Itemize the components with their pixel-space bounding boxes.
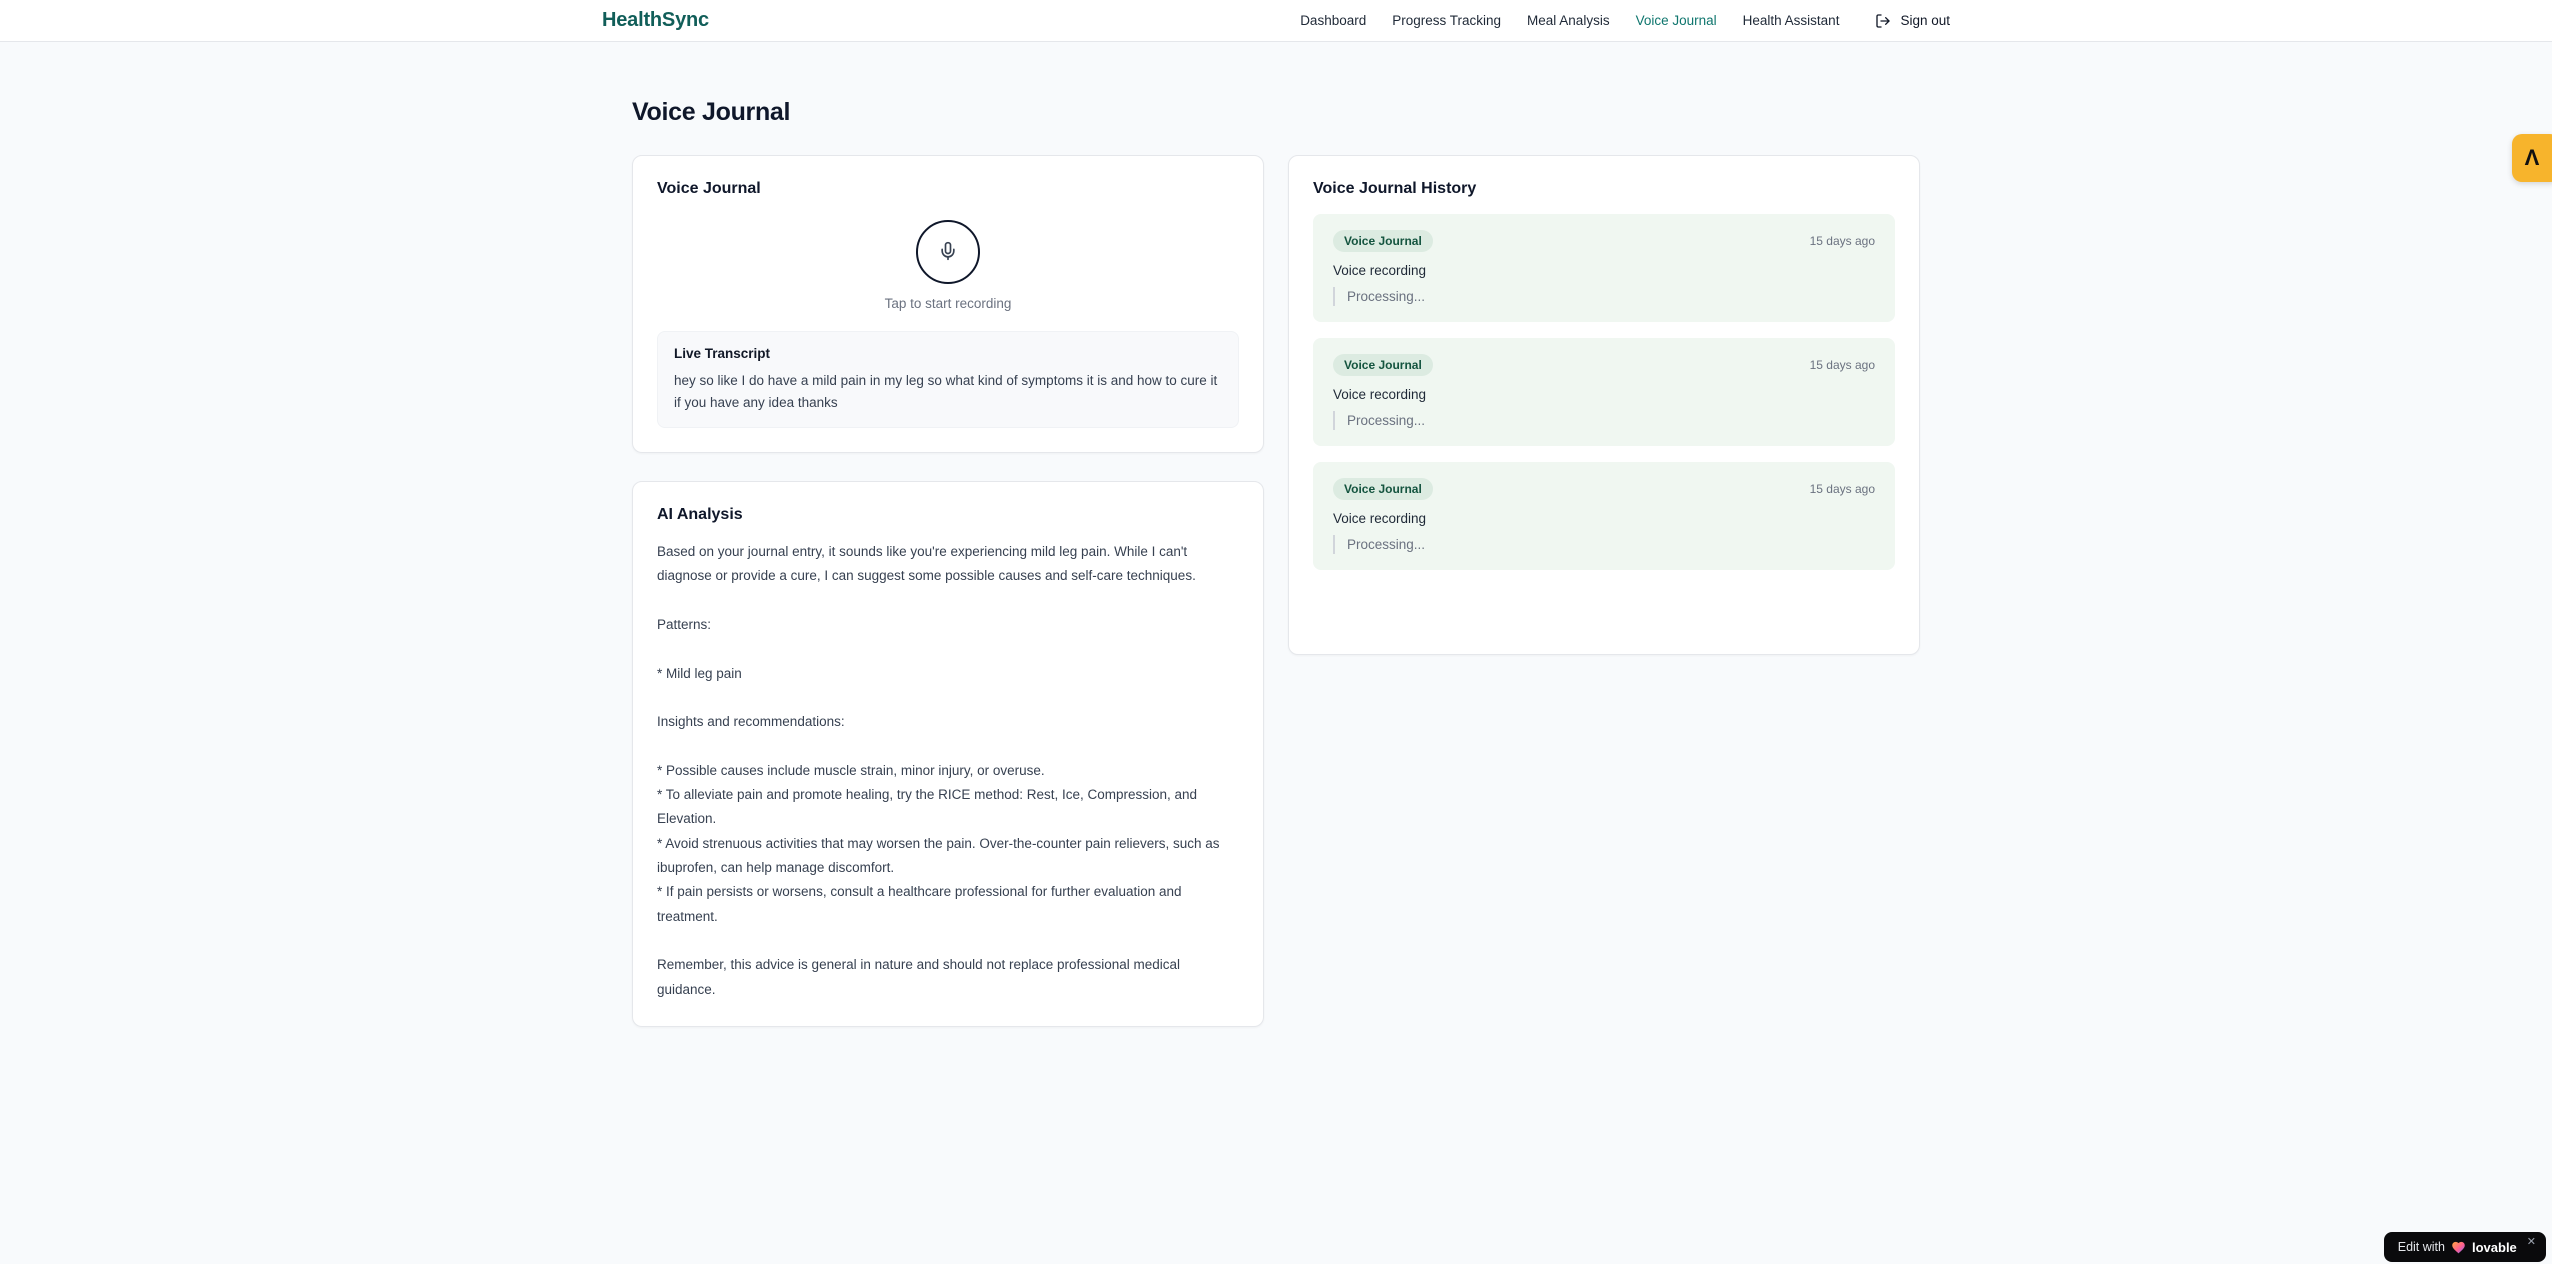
nav-item-dashboard[interactable]: Dashboard bbox=[1300, 13, 1366, 28]
history-card-title: Voice Journal History bbox=[1313, 180, 1477, 197]
entry-summary: Voice recording bbox=[1333, 387, 1427, 402]
history-entry[interactable]: Voice Journal 15 days ago Voice recordin… bbox=[1313, 214, 1895, 322]
entry-timestamp: 15 days ago bbox=[1809, 358, 1875, 372]
header-container: HealthSync Dashboard Progress Tracking M… bbox=[602, 0, 1950, 41]
entry-header: Voice Journal 15 days ago bbox=[1333, 354, 1875, 376]
nav-item-progress-tracking[interactable]: Progress Tracking bbox=[1392, 13, 1501, 28]
sign-out-button[interactable]: Sign out bbox=[1875, 13, 1950, 29]
entry-status: Processing... bbox=[1333, 535, 1875, 554]
record-hint: Tap to start recording bbox=[884, 296, 1012, 311]
voice-journal-history-card: Voice Journal History Voice Journal 15 d… bbox=[1288, 155, 1920, 655]
content-columns: Voice Journal Tap to start recording Liv… bbox=[632, 155, 1920, 1027]
entry-status: Processing... bbox=[1333, 287, 1875, 306]
ai-analysis-body: Based on your journal entry, it sounds l… bbox=[657, 544, 1220, 997]
voice-journal-card-title: Voice Journal bbox=[657, 180, 761, 197]
live-transcript-text: hey so like I do have a mild pain in my … bbox=[674, 373, 1218, 410]
history-entry[interactable]: Voice Journal 15 days ago Voice recordin… bbox=[1313, 462, 1895, 570]
entry-header: Voice Journal 15 days ago bbox=[1333, 478, 1875, 500]
nav-item-voice-journal[interactable]: Voice Journal bbox=[1636, 13, 1717, 28]
side-widget-button[interactable]: Λ bbox=[2512, 134, 2552, 182]
page-main: Voice Journal Voice Journal Tap to start… bbox=[632, 42, 1920, 1027]
live-transcript-title: Live Transcript bbox=[674, 346, 771, 361]
entry-timestamp: 15 days ago bbox=[1809, 482, 1875, 496]
sign-out-label: Sign out bbox=[1900, 13, 1950, 28]
entry-timestamp: 15 days ago bbox=[1809, 234, 1875, 248]
lovable-badge-prefix: Edit with bbox=[2397, 1240, 2445, 1254]
entry-type-badge: Voice Journal bbox=[1333, 354, 1433, 376]
nav-item-health-assistant[interactable]: Health Assistant bbox=[1743, 13, 1840, 28]
lovable-close-button[interactable]: ✕ bbox=[2527, 1237, 2536, 1248]
left-column: Voice Journal Tap to start recording Liv… bbox=[632, 155, 1264, 1027]
voice-journal-card: Voice Journal Tap to start recording Liv… bbox=[632, 155, 1264, 454]
right-column: Voice Journal History Voice Journal 15 d… bbox=[1288, 155, 1920, 655]
heart-icon bbox=[2451, 1240, 2466, 1255]
main-nav: Dashboard Progress Tracking Meal Analysi… bbox=[1300, 13, 1950, 29]
side-widget-logo-icon: Λ bbox=[2524, 145, 2540, 170]
page-title: Voice Journal bbox=[632, 98, 791, 126]
app-header: HealthSync Dashboard Progress Tracking M… bbox=[0, 0, 2552, 42]
record-button[interactable] bbox=[916, 220, 980, 284]
history-entry[interactable]: Voice Journal 15 days ago Voice recordin… bbox=[1313, 338, 1895, 446]
live-transcript-box: Live Transcript hey so like I do have a … bbox=[657, 331, 1239, 429]
logout-icon bbox=[1875, 13, 1891, 29]
entry-header: Voice Journal 15 days ago bbox=[1333, 230, 1875, 252]
ai-analysis-card-title: AI Analysis bbox=[657, 506, 743, 524]
entry-summary: Voice recording bbox=[1333, 263, 1427, 278]
recorder-area: Tap to start recording bbox=[657, 214, 1239, 311]
lovable-badge-brand: lovable bbox=[2471, 1239, 2517, 1255]
entry-summary: Voice recording bbox=[1333, 511, 1427, 526]
brand-logo[interactable]: HealthSync bbox=[602, 9, 709, 32]
lovable-badge[interactable]: Edit with lovable ✕ bbox=[2383, 1232, 2546, 1262]
microphone-icon bbox=[938, 241, 958, 264]
entry-type-badge: Voice Journal bbox=[1333, 230, 1433, 252]
ai-analysis-card: AI Analysis Based on your journal entry,… bbox=[632, 481, 1264, 1027]
nav-item-meal-analysis[interactable]: Meal Analysis bbox=[1527, 13, 1610, 28]
entry-type-badge: Voice Journal bbox=[1333, 478, 1433, 500]
entry-status: Processing... bbox=[1333, 411, 1875, 430]
